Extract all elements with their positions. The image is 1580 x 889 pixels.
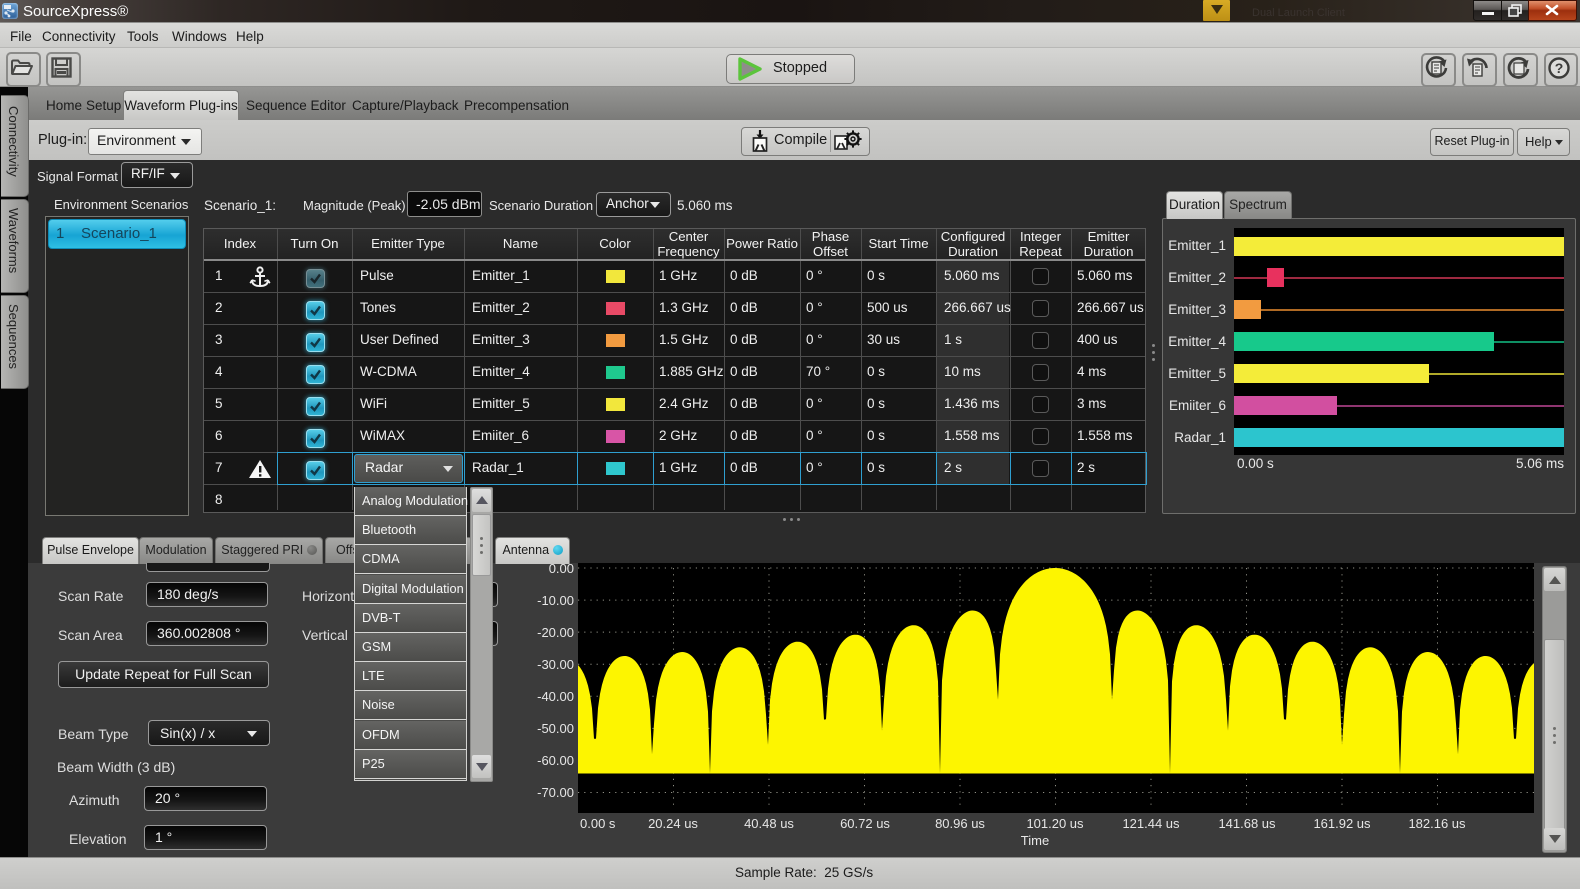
svg-text:?: ? xyxy=(1555,60,1564,76)
